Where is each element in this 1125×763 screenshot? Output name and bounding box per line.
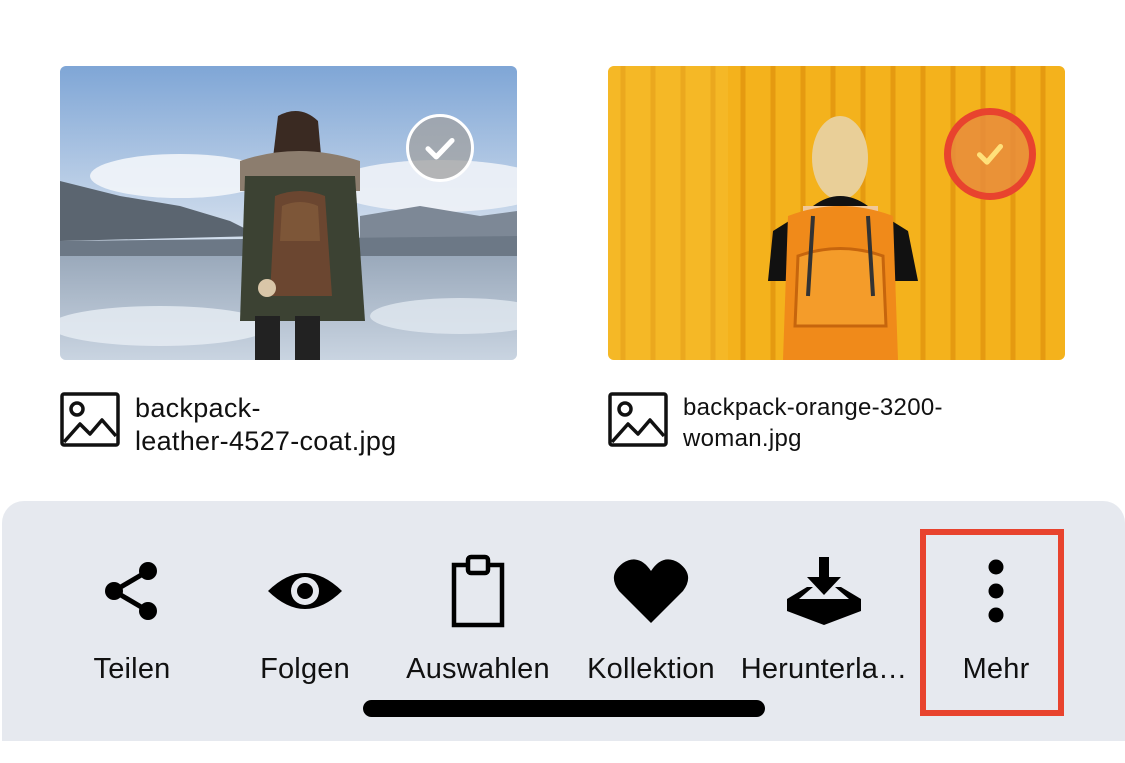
collection-button[interactable]: Kollektion	[565, 551, 737, 701]
share-label: Teilen	[93, 653, 171, 685]
heart-icon	[613, 559, 689, 623]
collection-label: Kollektion	[587, 653, 715, 685]
file-card-backpack-orange[interactable]: backpack-orange-3200- woman.jpg	[608, 66, 1065, 452]
select-checkbox-selected[interactable]	[944, 108, 1036, 200]
follow-button[interactable]: Folgen	[219, 551, 391, 701]
check-icon	[425, 137, 455, 160]
file-name-line1: backpack-	[135, 393, 261, 423]
file-name: backpack-orange-3200- woman.jpg	[683, 392, 1003, 454]
home-indicator[interactable]	[363, 700, 765, 717]
download-tray-icon	[787, 557, 861, 625]
file-info-row: backpack- leather-4527-coat.jpg	[60, 392, 455, 458]
more-button-highlight	[920, 529, 1064, 716]
page: backpack- leather-4527-coat.jpg backpack…	[0, 0, 1125, 763]
file-name: backpack- leather-4527-coat.jpg	[135, 392, 455, 458]
thumbnail-backpack-orange[interactable]	[608, 66, 1065, 360]
follow-label: Folgen	[260, 653, 350, 685]
image-icon	[608, 392, 668, 447]
file-name-line1: backpack-orange-3200-	[683, 394, 943, 421]
file-name-line2: leather-4527-coat.jpg	[135, 426, 397, 456]
clipboard-icon	[451, 554, 505, 628]
download-label: Herunterla…	[740, 653, 908, 685]
share-icon	[105, 562, 157, 620]
share-button[interactable]: Teilen	[46, 551, 218, 701]
photo-woman-lake	[60, 66, 517, 360]
file-name-line2: woman.jpg	[683, 425, 802, 452]
file-card-backpack-leather[interactable]: backpack- leather-4527-coat.jpg	[60, 66, 517, 456]
select-button[interactable]: Auswahlen	[392, 551, 564, 701]
check-icon	[976, 143, 1004, 165]
image-icon	[60, 392, 120, 447]
select-label: Auswahlen	[406, 653, 550, 685]
select-checkbox[interactable]	[406, 114, 474, 182]
download-button[interactable]: Herunterla…	[738, 551, 910, 701]
file-info-row: backpack-orange-3200- woman.jpg	[608, 392, 1003, 454]
thumbnail-backpack-leather[interactable]	[60, 66, 517, 360]
eye-icon	[268, 573, 342, 609]
